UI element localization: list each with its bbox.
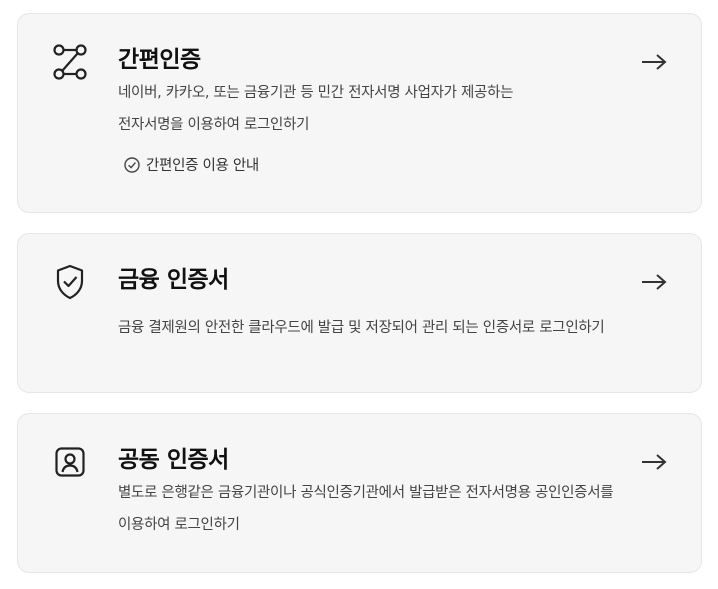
shield-check-icon [52, 264, 88, 300]
user-badge-icon [52, 444, 88, 480]
joint-cert-title: 공동 인증서 [118, 447, 229, 473]
simple-auth-guide-label: 간편인증 이용 안내 [146, 158, 259, 174]
route-nodes-icon [52, 44, 88, 80]
simple-auth-description-line: 네이버, 카카오, 또는 금융기관 등 민간 전자서명 사업자가 제공하는 [118, 85, 514, 101]
simple-auth-card[interactable]: 간편인증 네이버, 카카오, 또는 금융기관 등 민간 전자서명 사업자가 제공… [17, 13, 702, 213]
arrow-right-icon[interactable] [641, 52, 667, 72]
financial-cert-description: 금융 결제원의 안전한 클라우드에 발급 및 저장되어 관리 되는 인증서로 로… [118, 312, 663, 344]
financial-cert-card[interactable]: 금융 인증서 금융 결제원의 안전한 클라우드에 발급 및 저장되어 관리 되는… [17, 233, 702, 393]
joint-cert-card[interactable]: 공동 인증서 별도로 은행같은 금융기관이나 공식인증기관에서 발급받은 전자서… [17, 413, 702, 573]
financial-cert-title: 금융 인증서 [118, 267, 229, 293]
joint-cert-description: 별도로 은행같은 금융기관이나 공식인증기관에서 발급받은 전자서명용 공인인증… [118, 477, 663, 541]
simple-auth-description: 네이버, 카카오, 또는 금융기관 등 민간 전자서명 사업자가 제공하는 전자… [118, 77, 663, 141]
simple-auth-description-line: 전자서명을 이용하여 로그인하기 [118, 117, 310, 133]
joint-cert-description-line: 별도로 은행같은 금융기관이나 공식인증기관에서 발급받은 전자서명용 공인인증… [118, 485, 614, 501]
arrow-right-icon[interactable] [641, 452, 667, 472]
simple-auth-guide-link[interactable]: 간편인증 이용 안내 [124, 154, 259, 175]
arrow-right-icon[interactable] [641, 272, 667, 292]
joint-cert-description-line: 이용하여 로그인하기 [118, 517, 240, 533]
simple-auth-title: 간편인증 [118, 47, 201, 73]
financial-cert-description-line: 금융 결제원의 안전한 클라우드에 발급 및 저장되어 관리 되는 인증서로 로… [118, 320, 605, 336]
check-circle-icon [124, 156, 140, 173]
